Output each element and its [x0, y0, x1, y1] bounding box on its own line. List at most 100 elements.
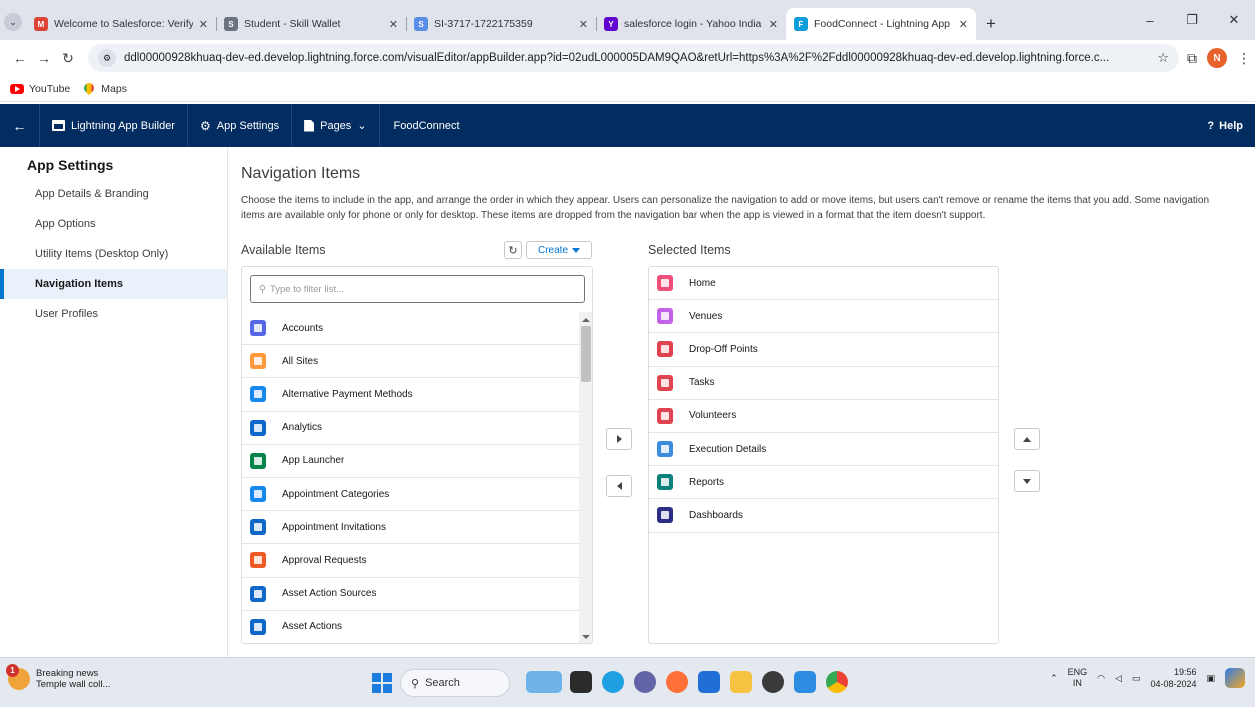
url-field[interactable]: ⚙ ddl00000928khuaq-dev-ed.develop.lightn… [88, 44, 1179, 72]
close-icon[interactable]: ✕ [769, 18, 778, 31]
navigation-items-panel: Navigation Items Choose the items to inc… [228, 147, 1255, 657]
edge-icon[interactable] [602, 671, 624, 693]
selected-item[interactable]: Dashboards [649, 499, 998, 533]
new-tab-button[interactable]: + [976, 8, 1006, 40]
available-item[interactable]: Appointment Invitations [242, 511, 579, 545]
available-item[interactable]: Accounts [242, 312, 579, 346]
tab-favicon-icon: Y [604, 17, 618, 31]
chevron-up-icon[interactable]: ⌃ [1050, 673, 1058, 684]
available-item[interactable]: All Sites [242, 345, 579, 379]
news-widget[interactable]: 1 Breaking news Temple wall coll... [6, 664, 110, 690]
available-item[interactable]: Asset Action Sources [242, 578, 579, 611]
available-item[interactable]: App Launcher [242, 445, 579, 478]
scroll-thumb[interactable] [581, 326, 591, 382]
move-up-button[interactable] [1014, 428, 1040, 450]
available-item[interactable]: Appointment Categories [242, 478, 579, 512]
object-icon [250, 618, 266, 635]
bookmark-maps[interactable]: Maps [82, 82, 127, 96]
copilot-icon[interactable] [1225, 668, 1245, 688]
move-down-button[interactable] [1014, 470, 1040, 492]
clock[interactable]: 19:56 04-08-2024 [1150, 666, 1196, 690]
item-label: Execution Details [689, 443, 767, 455]
available-item[interactable]: Analytics [242, 412, 579, 445]
scroll-up-icon[interactable] [582, 318, 590, 322]
teams-icon[interactable] [634, 671, 656, 693]
mail-icon[interactable] [698, 671, 720, 693]
object-icon [657, 441, 673, 458]
selected-item[interactable]: Volunteers [649, 400, 998, 433]
selected-item[interactable]: Home [649, 267, 998, 301]
selected-item[interactable]: Execution Details [649, 433, 998, 467]
close-icon[interactable]: ✕ [389, 18, 398, 31]
browser-tab[interactable]: F FoodConnect - Lightning App B ✕ [786, 8, 976, 40]
close-icon[interactable]: ✕ [579, 18, 588, 31]
back-button[interactable]: ← [0, 104, 40, 147]
object-icon [250, 419, 266, 436]
browser-tab[interactable]: S SI-3717-1722175359 ✕ [406, 8, 596, 40]
browser-tab[interactable]: M Welcome to Salesforce: Verify y ✕ [26, 8, 216, 40]
move-to-available-button[interactable] [606, 475, 632, 497]
available-item[interactable]: Asset Actions [242, 611, 579, 643]
browser-menu-icon[interactable]: ⋮ [1237, 50, 1251, 67]
restore-icon[interactable]: ❐ [1171, 12, 1213, 28]
volume-icon[interactable]: ◁ [1115, 673, 1122, 684]
selected-item[interactable]: Tasks [649, 367, 998, 400]
selected-item[interactable]: Venues [649, 300, 998, 334]
news-title: Breaking news [36, 668, 99, 679]
battery-icon[interactable]: ▭ [1132, 673, 1141, 684]
forward-arrow-icon[interactable]: → [32, 50, 56, 66]
selected-item[interactable]: Reports [649, 466, 998, 500]
chrome-icon[interactable] [826, 671, 848, 693]
task-view-icon[interactable] [570, 671, 592, 693]
object-icon [657, 507, 673, 524]
language-indicator[interactable]: ENG IN [1068, 667, 1088, 689]
pages-dropdown[interactable]: Pages ⌄ [292, 104, 380, 147]
close-icon[interactable]: ✕ [199, 18, 208, 31]
sidebar-item[interactable]: Navigation Items [0, 269, 227, 299]
app-settings-button[interactable]: ⚙ App Settings [188, 104, 293, 147]
browser-tab[interactable]: S Student - Skill Wallet ✕ [216, 8, 406, 40]
scroll-down-icon[interactable] [582, 635, 590, 639]
sidebar-item[interactable]: App Details & Branding [0, 179, 227, 209]
browser-tab[interactable]: Ysalesforce login - Yahoo India S ✕ [596, 8, 786, 40]
item-label: Approval Requests [282, 554, 367, 566]
sidebar-item[interactable]: App Options [0, 209, 227, 239]
available-item[interactable]: Approval Requests [242, 544, 579, 578]
available-items-list: ⚲ Type to filter list... Accounts All Sit… [241, 266, 593, 644]
firefox-icon[interactable] [666, 671, 688, 693]
taskbar-search[interactable]: ⚲ Search [400, 669, 510, 697]
bookmark-youtube[interactable]: YouTube [10, 83, 70, 95]
help-button[interactable]: ? Help [1207, 104, 1243, 147]
reload-icon[interactable]: ↻ [56, 50, 80, 67]
wifi-icon[interactable]: ◠ [1097, 673, 1105, 684]
move-to-selected-button[interactable] [606, 428, 632, 450]
selected-item[interactable]: Drop-Off Points [649, 333, 998, 367]
notification-icon[interactable]: ▣ [1206, 673, 1215, 684]
available-list-scrollbar[interactable] [579, 312, 592, 643]
dell-icon[interactable] [762, 671, 784, 693]
chevron-down-icon: ⌄ [4, 13, 22, 31]
youtube-icon [10, 83, 24, 94]
bookmark-star-icon[interactable]: ☆ [1157, 50, 1169, 66]
todo-icon[interactable] [794, 671, 816, 693]
sidebar-item[interactable]: Utility Items (Desktop Only) [0, 239, 227, 269]
profile-avatar[interactable]: N [1207, 48, 1227, 68]
back-arrow-icon[interactable]: ← [8, 50, 32, 66]
minimize-icon[interactable]: – [1129, 13, 1171, 28]
refresh-button[interactable]: ↻ [504, 241, 522, 259]
available-item[interactable]: Alternative Payment Methods [242, 378, 579, 412]
extensions-icon[interactable]: ⧉ [1187, 50, 1197, 67]
file-explorer-icon[interactable] [730, 671, 752, 693]
filter-input[interactable]: ⚲ Type to filter list... [250, 275, 585, 303]
sidebar-item[interactable]: User Profiles [0, 299, 227, 329]
close-icon[interactable]: ✕ [959, 18, 968, 31]
widgets-icon[interactable] [526, 671, 562, 693]
tab-favicon-icon: M [34, 17, 48, 31]
windows-start-icon[interactable] [372, 673, 392, 693]
create-button[interactable]: Create [526, 241, 592, 259]
item-label: Accounts [282, 322, 324, 334]
site-info-icon[interactable]: ⚙ [98, 49, 116, 67]
item-label: Volunteers [689, 410, 737, 422]
close-icon[interactable]: ✕ [1213, 12, 1255, 28]
tab-search-button[interactable]: ⌄ [0, 7, 26, 37]
